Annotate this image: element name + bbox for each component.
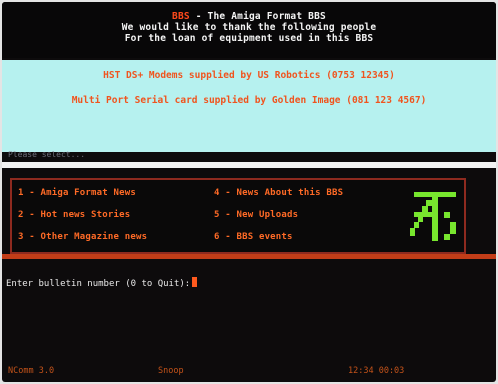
status-time: 12:34 00:03 [348, 366, 405, 376]
status-mode: Snoop [158, 366, 184, 376]
menu-item-other-magazine-news[interactable]: 3 - Other Magazine news [18, 232, 147, 242]
bbs-header: BBS - The Amiga Format BBS We would like… [2, 2, 496, 58]
text-cursor[interactable] [192, 277, 198, 287]
header-title: - The Amiga Format BBS [189, 11, 326, 22]
menu-item-hot-news-stories[interactable]: 2 - Hot news Stories [18, 210, 130, 220]
please-select-text: Please select... [8, 150, 86, 159]
prompt-text: Enter bulletin number (0 to Quit): [6, 279, 191, 289]
orange-divider [2, 254, 496, 259]
menu-item-news-about-bbs[interactable]: 4 - News About this BBS [214, 188, 343, 198]
header-title-line: BBS - The Amiga Format BBS [2, 11, 496, 22]
sponsor-line-serial-card: Multi Port Serial card supplied by Golde… [71, 95, 427, 106]
menu-item-amiga-format-news[interactable]: 1 - Amiga Format News [18, 188, 136, 198]
menu-item-bbs-events[interactable]: 6 - BBS events [214, 232, 293, 242]
menu-item-new-uploads[interactable]: 5 - New Uploads [214, 210, 298, 220]
white-divider [2, 162, 496, 168]
bulletin-menu: 1 - Amiga Format News 2 - Hot news Stori… [10, 178, 466, 254]
status-program: NComm 3.0 [8, 366, 55, 376]
sponsor-panel: HST DS+ Modems supplied by US Robotics (… [2, 60, 496, 152]
bbs-name: BBS [172, 11, 190, 22]
header-thanks-line: We would like to thank the following peo… [121, 22, 377, 33]
header-loan-line: For the loan of equipment used in this B… [124, 33, 374, 44]
bulletin-prompt[interactable]: Enter bulletin number (0 to Quit): [6, 277, 198, 289]
bbs-terminal-screen: BBS - The Amiga Format BBS We would like… [2, 2, 496, 382]
sponsor-line-modems: HST DS+ Modems supplied by US Robotics (… [103, 70, 395, 81]
status-bar: NComm 3.0 Snoop 12:34 00:03 [2, 364, 496, 380]
amiga-format-logo-icon [410, 192, 456, 241]
